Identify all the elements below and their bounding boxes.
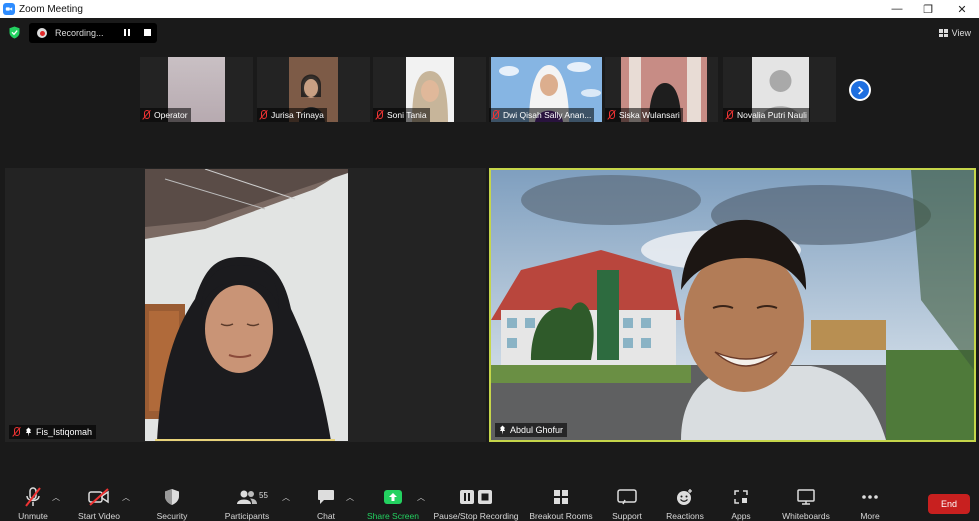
view-button[interactable]: View: [938, 25, 971, 41]
apps-icon: [726, 487, 756, 507]
participant-label: Siska Wulansari: [605, 108, 683, 122]
video-off-icon: [84, 487, 114, 507]
close-button[interactable]: ✕: [945, 0, 979, 18]
unmute-button[interactable]: Unmute: [14, 479, 52, 521]
participants-button[interactable]: Participants: [222, 479, 272, 521]
share-screen-button[interactable]: Share Screen: [366, 479, 420, 521]
participant-label: Operator: [140, 108, 191, 122]
end-meeting-button[interactable]: End: [928, 494, 970, 514]
video-options-caret[interactable]: ︿: [122, 492, 130, 503]
microphone-muted-icon: [725, 110, 734, 120]
chat-options-caret[interactable]: ︿: [346, 492, 354, 503]
participant-thumbnail[interactable]: Novalia Putri Nauli: [723, 57, 836, 122]
pause-recording-icon[interactable]: [123, 29, 131, 37]
microphone-muted-icon: [491, 110, 500, 120]
speaker-tile-right[interactable]: Abdul Ghofur: [489, 168, 976, 442]
participant-thumbnail[interactable]: Siska Wulansari: [605, 57, 718, 122]
participant-thumbnail[interactable]: Jurisa Trinaya: [257, 57, 370, 122]
participants-count: 55: [259, 491, 268, 500]
reactions-smiley-icon: [670, 487, 700, 507]
microphone-muted-icon: [375, 110, 384, 120]
more-button[interactable]: More: [854, 479, 886, 521]
microphone-muted-icon: [142, 110, 151, 120]
meeting-controls-toolbar: Unmute ︿ Start Video ︿ Security Particip…: [0, 479, 979, 521]
participant-thumbnail[interactable]: Operator: [140, 57, 253, 122]
view-label: View: [951, 28, 971, 38]
apps-button[interactable]: Apps: [728, 479, 754, 521]
speaker-name-tag: Fis_Istiqomah: [9, 425, 97, 439]
recording-indicator: Recording...: [29, 23, 157, 43]
start-video-button[interactable]: Start Video: [76, 479, 122, 521]
microphone-muted-icon: [18, 487, 48, 507]
chevron-right-icon: [857, 85, 863, 95]
next-page-button[interactable]: [849, 79, 871, 101]
support-icon: [612, 487, 642, 507]
microphone-muted-icon: [12, 427, 21, 437]
chat-bubble-icon: [311, 487, 341, 507]
participant-label: Novalia Putri Nauli: [723, 108, 810, 122]
speaker-tile-left[interactable]: Fis_Istiqomah: [5, 168, 486, 442]
more-dots-icon: [855, 487, 885, 507]
audio-options-caret[interactable]: ︿: [52, 492, 60, 503]
chat-button[interactable]: Chat: [310, 479, 342, 521]
pause-stop-recording-button[interactable]: Pause/Stop Recording: [432, 479, 520, 521]
speaker-video: [491, 170, 974, 440]
speaker-video: [145, 169, 348, 441]
microphone-muted-icon: [259, 110, 268, 120]
restore-button[interactable]: ❐: [911, 0, 945, 18]
support-button[interactable]: Support: [608, 479, 646, 521]
breakout-rooms-button[interactable]: Breakout Rooms: [528, 479, 594, 521]
window-title: Zoom Meeting: [19, 3, 83, 15]
recording-status: Recording...: [55, 28, 104, 38]
window-titlebar: Zoom Meeting — ❐ ✕: [0, 0, 979, 18]
participants-icon: [232, 487, 262, 507]
recording-dot-icon: [37, 28, 47, 38]
share-screen-icon: [378, 487, 408, 507]
shield-check-icon[interactable]: [9, 26, 20, 39]
pin-icon: [500, 425, 505, 435]
security-button[interactable]: Security: [154, 479, 190, 521]
participant-label: Dwi Qisah Sally Anan...: [489, 108, 595, 122]
shield-icon: [157, 487, 187, 507]
participants-options-caret[interactable]: ︿: [282, 492, 290, 503]
breakout-rooms-icon: [546, 487, 576, 507]
zoom-app-icon: [3, 3, 15, 15]
reactions-button[interactable]: Reactions: [664, 479, 706, 521]
whiteboards-button[interactable]: Whiteboards: [778, 479, 834, 521]
participant-label: Soni Tania: [373, 108, 430, 122]
grid-view-icon: [938, 29, 948, 37]
speaker-name-tag: Abdul Ghofur: [495, 423, 568, 437]
pin-icon: [26, 427, 31, 437]
stop-recording-icon[interactable]: [144, 29, 151, 36]
meeting-topbar: Recording... View: [0, 18, 979, 48]
participant-thumbnail[interactable]: Soni Tania: [373, 57, 486, 122]
minimize-button[interactable]: —: [880, 0, 914, 18]
participant-thumbnail[interactable]: Dwi Qisah Sally Anan...: [489, 57, 602, 122]
microphone-muted-icon: [607, 110, 616, 120]
participant-label: Jurisa Trinaya: [257, 108, 327, 122]
whiteboard-icon: [791, 487, 821, 507]
share-options-caret[interactable]: ︿: [417, 492, 425, 503]
pause-stop-recording-icon: [458, 487, 494, 507]
